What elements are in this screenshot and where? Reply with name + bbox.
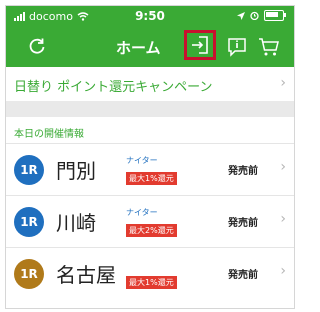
sale-status: 発売前 (228, 166, 258, 177)
location-icon (237, 11, 245, 20)
race-row-kawasaki[interactable]: 1R 川崎 ナイター 最大2%還元 発売前 › (6, 195, 294, 248)
login-icon (192, 36, 208, 54)
race-number-badge: 1R (14, 155, 44, 185)
race-tags: 最大1%還元 (126, 259, 196, 289)
race-number-badge: 1R (14, 207, 44, 237)
login-button[interactable] (184, 30, 216, 60)
status-right (237, 10, 286, 21)
page-title: ホーム (116, 39, 161, 57)
venue-name: 門別 (56, 159, 96, 183)
cart-icon[interactable] (258, 37, 280, 57)
refresh-icon[interactable] (28, 37, 46, 55)
race-row-monbetsu[interactable]: 1R 門別 ナイター 最大1%還元 発売前 › (6, 143, 294, 196)
campaign-banner[interactable]: 日替り ポイント還元キャンペーン › (6, 67, 294, 102)
info-icon[interactable] (227, 37, 247, 57)
section-title: 本日の開催情報 (14, 129, 84, 140)
campaign-banner-text: 日替り ポイント還元キャンペーン (14, 80, 213, 95)
section-divider (6, 101, 294, 117)
venue-name: 川崎 (56, 211, 96, 235)
chevron-right-icon: › (280, 211, 286, 227)
sale-status: 発売前 (228, 218, 258, 229)
battery-icon (264, 10, 286, 21)
promo-badge: 最大2%還元 (126, 224, 177, 237)
race-tags: ナイター 最大2%還元 (126, 207, 196, 237)
promo-badge: 最大1%還元 (126, 172, 177, 185)
navigation-bar: ホーム (6, 27, 294, 67)
status-bar: docomo 9:50 (6, 6, 294, 27)
chevron-right-icon: › (280, 159, 286, 175)
race-row-nagoya[interactable]: 1R 名古屋 最大1%還元 発売前 › (6, 247, 294, 300)
alarm-icon (250, 11, 259, 20)
chevron-right-icon: › (280, 75, 286, 91)
section-header: 本日の開催情報 (6, 117, 294, 143)
chevron-right-icon: › (280, 263, 286, 279)
sale-status: 発売前 (228, 270, 258, 281)
race-tags: ナイター 最大1%還元 (126, 155, 196, 185)
night-label: ナイター (126, 156, 158, 165)
race-number-badge: 1R (14, 259, 44, 289)
night-label: ナイター (126, 208, 158, 217)
app-screen: docomo 9:50 ホーム 日替り ポイント還元キャンペーン › 本日の開催… (5, 5, 295, 309)
night-label (126, 259, 196, 270)
venue-name: 名古屋 (56, 263, 116, 287)
promo-badge: 最大1%還元 (126, 276, 177, 289)
